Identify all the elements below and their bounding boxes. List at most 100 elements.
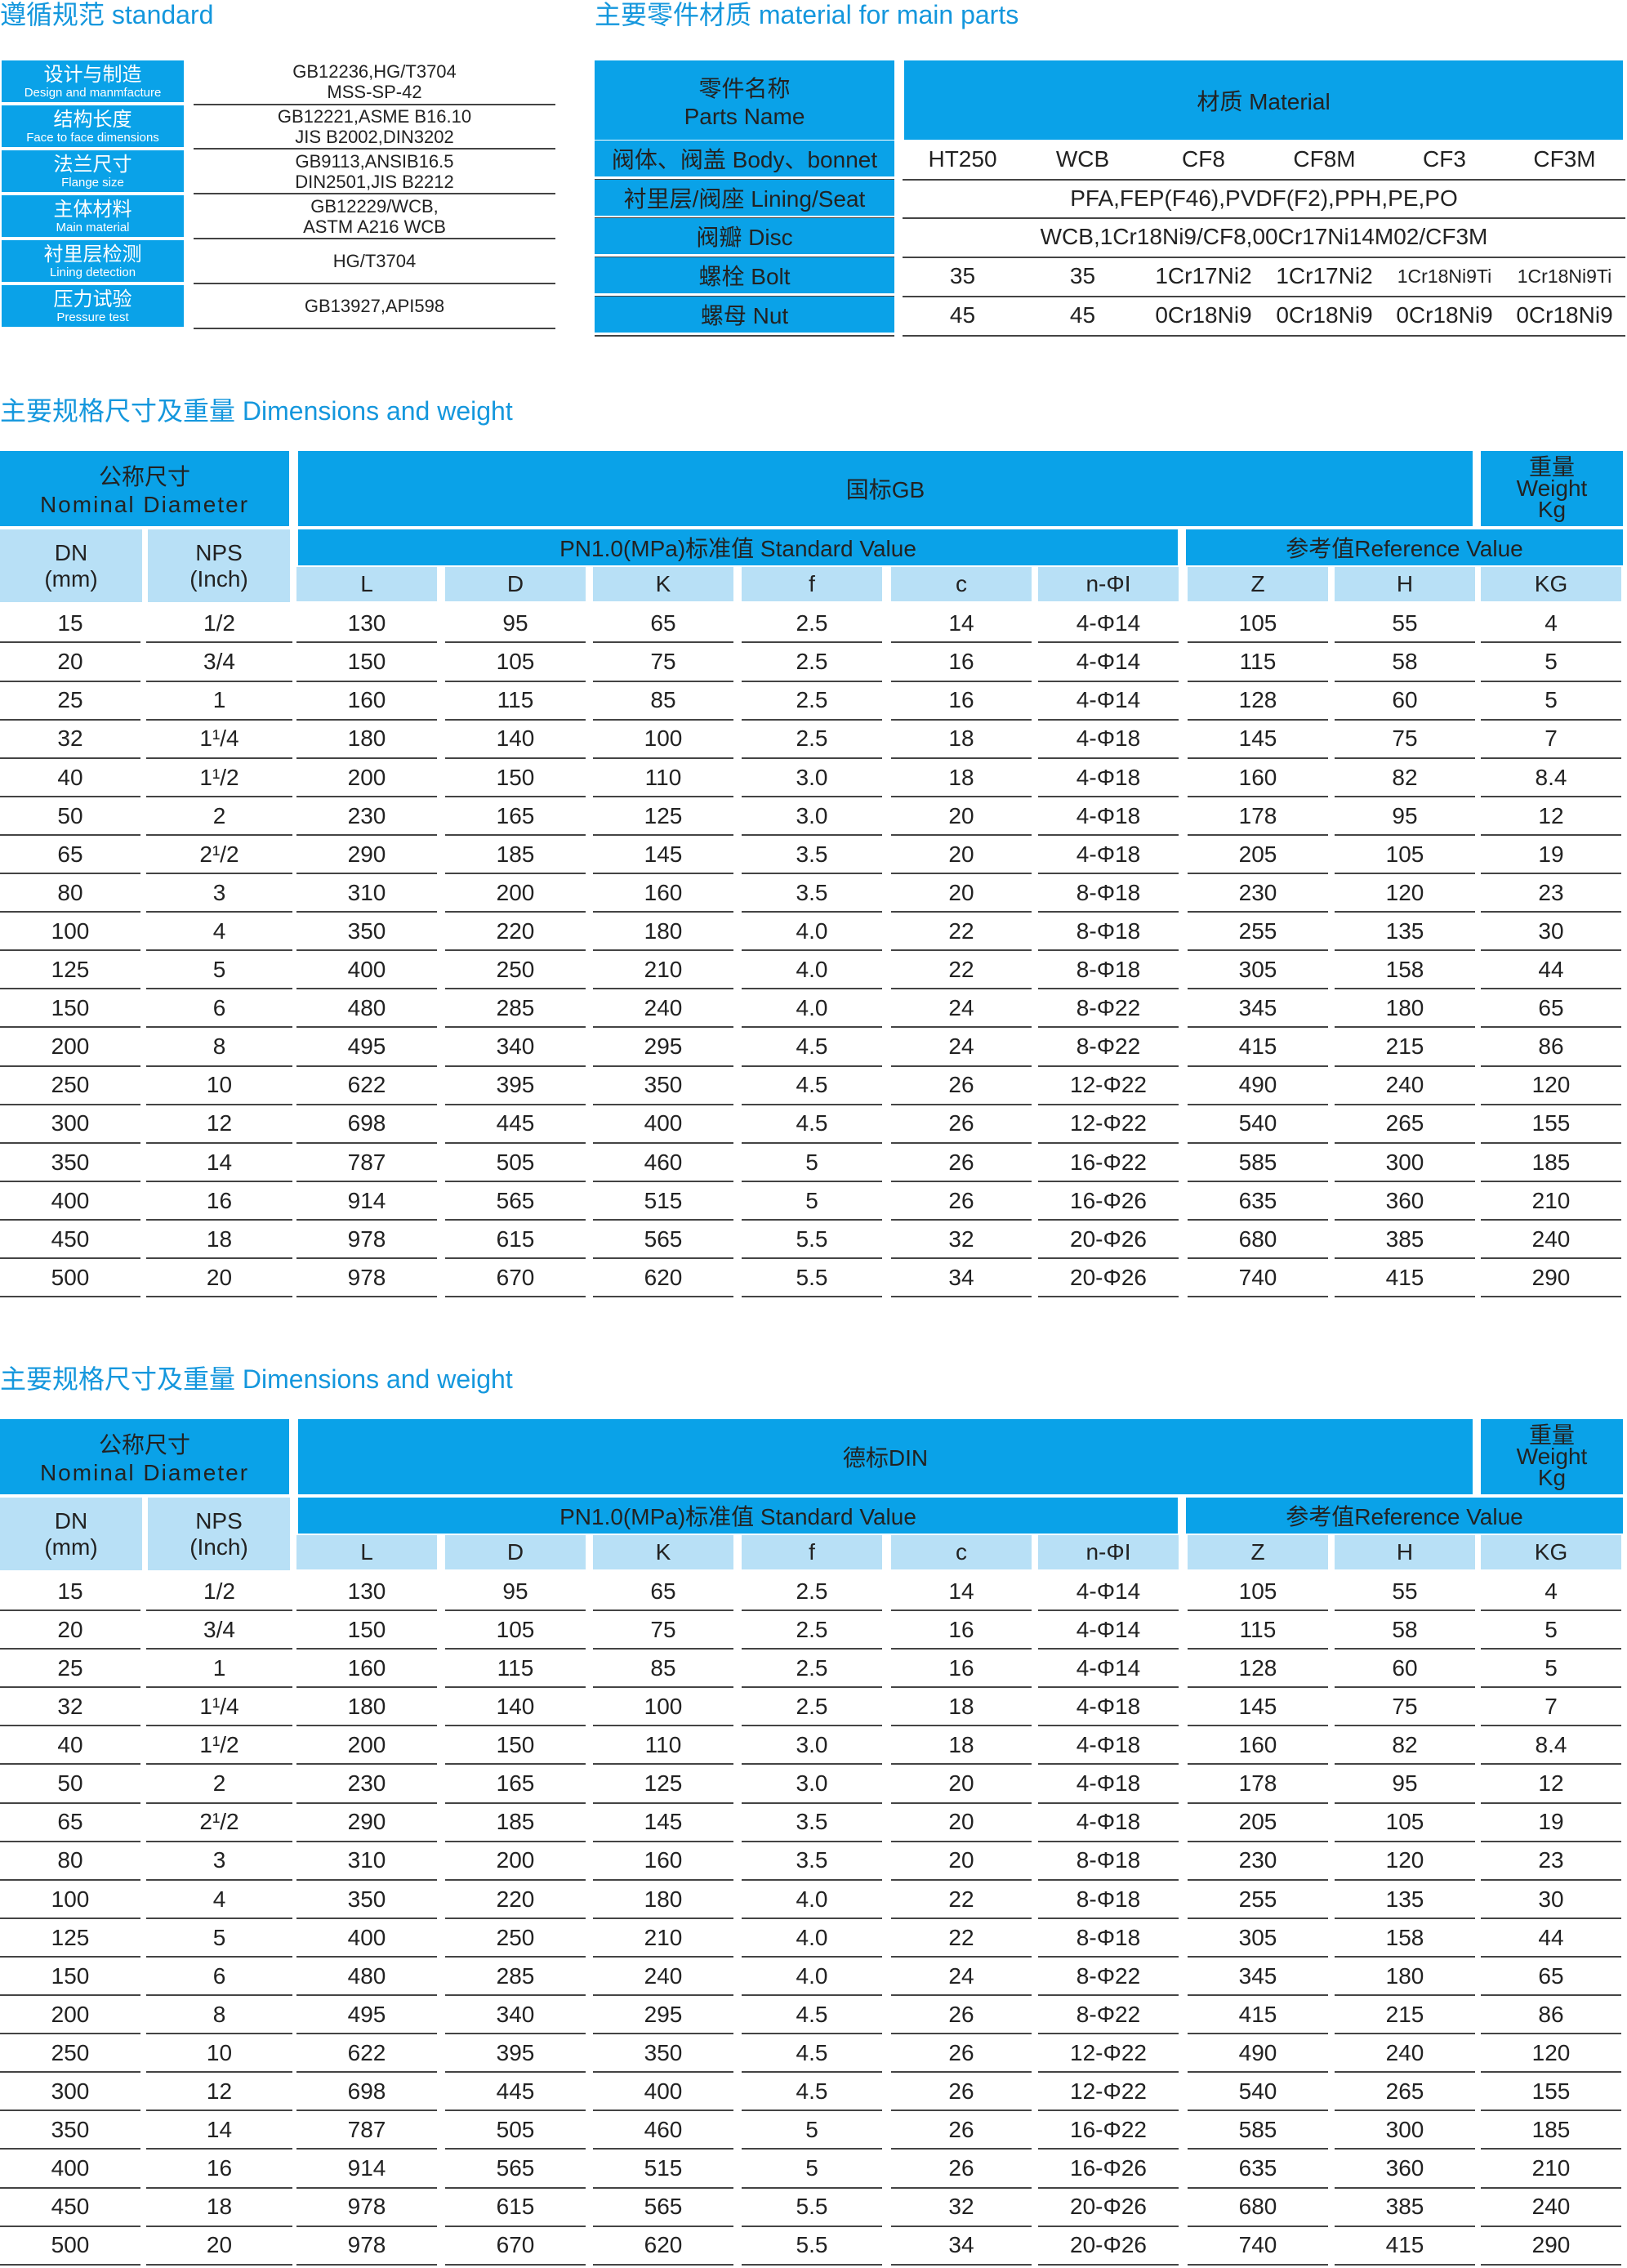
standard-label-cell: 主体材料 Main material bbox=[2, 195, 184, 237]
table-cell-value: 215 bbox=[1385, 1033, 1424, 1059]
table-cell-value: 450 bbox=[51, 1226, 90, 1252]
table-cell: 350 bbox=[593, 1066, 733, 1103]
material-bolt-cell: 1Cr18Ni9Ti bbox=[1384, 257, 1504, 295]
table-cell-value: 65 bbox=[57, 841, 83, 867]
table-cell-value: 7 bbox=[1545, 725, 1558, 751]
table-cell: 1/2 bbox=[146, 605, 292, 641]
table-cell: 8-Φ18 bbox=[1038, 1919, 1179, 1956]
table-cell: 490 bbox=[1188, 2034, 1328, 2071]
table-cell: 95 bbox=[1335, 1765, 1475, 1801]
table-cell-value: 100 bbox=[644, 1693, 683, 1719]
table-cell: 5 bbox=[146, 951, 292, 988]
table-cell: 14 bbox=[891, 1573, 1032, 1609]
table-cell-value: 3/4 bbox=[203, 648, 235, 674]
table-cell: 220 bbox=[445, 913, 586, 949]
nps-header-label: NPS bbox=[195, 1507, 243, 1534]
standard-value-line: ASTM A216 WCB bbox=[303, 216, 446, 237]
table-cell-value: 360 bbox=[1385, 1187, 1424, 1213]
table-cell: 5 bbox=[1481, 681, 1621, 718]
table-cell: 135 bbox=[1335, 1881, 1475, 1918]
table-cell: 200 bbox=[296, 759, 437, 796]
column-header-label: H bbox=[1396, 1539, 1414, 1565]
table-cell-value: 180 bbox=[1385, 994, 1424, 1020]
table-cell-value: 12-Φ22 bbox=[1070, 1109, 1147, 1136]
table-cell: 18 bbox=[891, 720, 1032, 757]
standard-group-header: 德标DIN bbox=[298, 1419, 1473, 1494]
table-cell: 25 bbox=[0, 681, 140, 718]
table-cell-value: 125 bbox=[644, 1770, 683, 1796]
table-cell-value: 12 bbox=[1538, 1770, 1564, 1796]
standard-row-divider bbox=[194, 283, 555, 284]
table-cell: 155 bbox=[1481, 2073, 1621, 2110]
table-cell-value: 400 bbox=[644, 2078, 683, 2104]
column-header-h: H bbox=[1335, 567, 1475, 601]
table-cell: 385 bbox=[1335, 2188, 1475, 2225]
table-cell: 295 bbox=[593, 1996, 733, 2033]
table-cell-value: 230 bbox=[347, 1770, 386, 1796]
table-cell-value: 165 bbox=[496, 802, 535, 828]
table-cell: 50 bbox=[0, 1765, 140, 1801]
table-cell-value: 65 bbox=[650, 1578, 676, 1604]
standard-label-zh: 结构长度 bbox=[53, 108, 132, 131]
table-cell-value: 310 bbox=[347, 879, 386, 905]
table-cell-value: 14 bbox=[948, 1578, 974, 1604]
table-cell-value: 2¹/2 bbox=[199, 1808, 239, 1834]
table-cell-value: 250 bbox=[496, 1924, 535, 1950]
standard-value-cell: GB12221,ASME B16.10 JIS B2002,DIN3202 bbox=[194, 105, 555, 147]
table-cell-value: 4-Φ18 bbox=[1076, 1770, 1141, 1796]
table-cell-value: 300 bbox=[51, 2078, 90, 2104]
table-cell: 914 bbox=[296, 2150, 437, 2186]
table-cell: 4-Φ14 bbox=[1038, 1611, 1179, 1648]
table-cell-value: 400 bbox=[51, 2154, 90, 2181]
table-cell-value: 505 bbox=[496, 2116, 535, 2142]
table-cell-value: 32 bbox=[948, 2193, 974, 2219]
standard-value-line: DIN2501,JIS B2212 bbox=[295, 171, 454, 192]
table-cell-value: 565 bbox=[496, 1187, 535, 1213]
table-cell-value: 415 bbox=[1385, 2231, 1424, 2257]
table-cell-value: 3 bbox=[212, 1846, 226, 1873]
table-cell: 80 bbox=[0, 874, 140, 911]
table-cell: 7 bbox=[1481, 1688, 1621, 1725]
column-header-k: K bbox=[593, 1535, 733, 1569]
table-cell-value: 26 bbox=[948, 2001, 974, 2027]
table-cell-value: 95 bbox=[502, 609, 528, 636]
table-cell: 400 bbox=[0, 2150, 140, 2186]
table-cell: 12 bbox=[1481, 797, 1621, 834]
table-cell: 12 bbox=[146, 1105, 292, 1141]
table-cell-value: 8-Φ22 bbox=[1076, 1962, 1141, 1989]
table-cell: 150 bbox=[445, 759, 586, 796]
table-cell-value: 26 bbox=[948, 1187, 974, 1213]
table-cell: 4-Φ18 bbox=[1038, 1726, 1179, 1763]
standard-label-en: Flange size bbox=[61, 175, 124, 190]
table-cell: 22 bbox=[891, 913, 1032, 949]
table-cell: 12 bbox=[1481, 1765, 1621, 1801]
material-nut-cell: 0Cr18Ni9 bbox=[1143, 297, 1264, 334]
table-cell: 1¹/2 bbox=[146, 759, 292, 796]
table-cell-value: 26 bbox=[948, 2039, 974, 2065]
table-cell-value: 5 bbox=[212, 956, 226, 982]
table-cell-value: 395 bbox=[496, 2039, 535, 2065]
table-cell-value: 4 bbox=[1545, 1578, 1558, 1604]
table-cell-value: 305 bbox=[1238, 956, 1277, 982]
table-row-divider bbox=[445, 2264, 586, 2266]
table-cell: 24 bbox=[891, 1028, 1032, 1065]
table-cell: 490 bbox=[1188, 1066, 1328, 1103]
material-grade-cell: CF8 bbox=[1143, 141, 1264, 178]
table-cell-value: 400 bbox=[347, 956, 386, 982]
part-label-cell: 螺栓 Bolt bbox=[595, 257, 894, 293]
table-cell: 230 bbox=[1188, 1842, 1328, 1878]
table-cell: 310 bbox=[296, 874, 437, 911]
table-cell: 205 bbox=[1188, 836, 1328, 873]
table-cell-value: 450 bbox=[51, 2193, 90, 2219]
table-cell: 4.5 bbox=[742, 1105, 882, 1141]
material-nut-cell: 0Cr18Ni9 bbox=[1264, 297, 1384, 334]
table-cell: 215 bbox=[1335, 1028, 1475, 1065]
table-cell-value: 40 bbox=[57, 1731, 83, 1757]
table-cell-value: 165 bbox=[496, 1770, 535, 1796]
table-cell-value: 4-Φ18 bbox=[1076, 841, 1141, 867]
table-cell: 495 bbox=[296, 1028, 437, 1065]
material-grade-cell: WCB bbox=[1023, 141, 1143, 178]
table-cell-value: 290 bbox=[1531, 1264, 1571, 1290]
table-cell-value: 490 bbox=[1238, 2039, 1277, 2065]
table-cell-value: 115 bbox=[1239, 648, 1277, 674]
